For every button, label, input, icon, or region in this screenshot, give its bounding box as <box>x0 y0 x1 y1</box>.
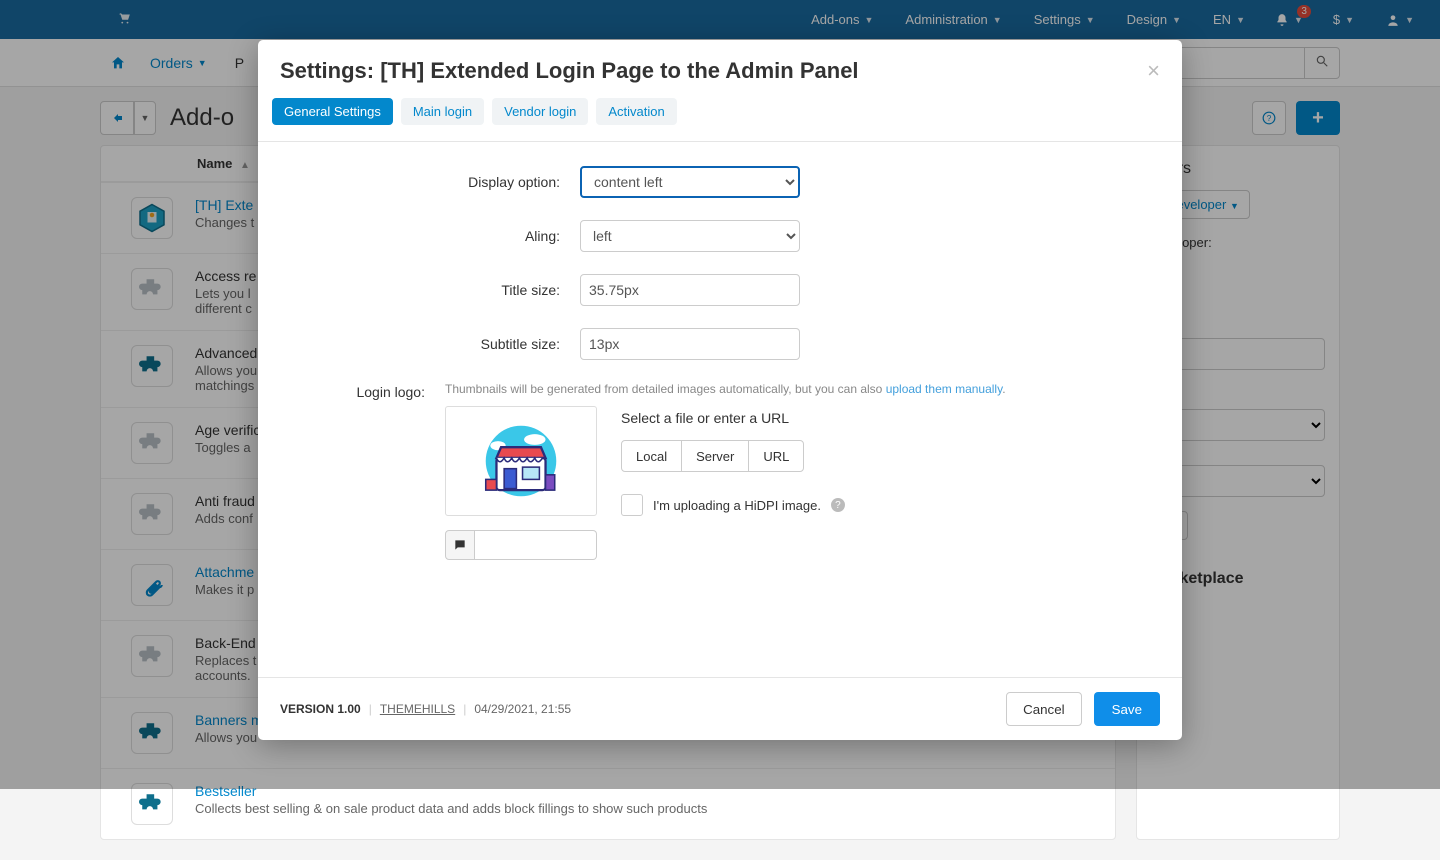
close-icon[interactable]: × <box>1147 58 1160 84</box>
upload-manually-link[interactable]: upload them manually <box>886 382 1003 396</box>
subtitle-size-input[interactable] <box>580 328 800 360</box>
upload-source-buttons: Local Server URL <box>621 440 845 472</box>
display-option-select[interactable]: content left <box>580 166 800 198</box>
hidpi-help-icon[interactable]: ? <box>831 498 845 512</box>
modal-body: Display option: content left Aling: left… <box>258 142 1182 677</box>
alt-text-row <box>445 530 597 560</box>
store-logo-icon <box>475 421 567 501</box>
settings-modal: Settings: [TH] Extended Login Page to th… <box>258 40 1182 740</box>
comment-icon[interactable] <box>445 530 475 560</box>
footer-date: 04/29/2021, 21:55 <box>474 702 571 716</box>
hidpi-label: I'm uploading a HiDPI image. <box>653 498 821 513</box>
row-align: Aling: left <box>280 220 1160 252</box>
logo-thumbnail[interactable] <box>445 406 597 516</box>
row-title-size: Title size: <box>280 274 1160 306</box>
modal-title: Settings: [TH] Extended Login Page to th… <box>280 58 859 84</box>
modal-tabs: General Settings Main login Vendor login… <box>258 98 1182 141</box>
tab-vendor-login[interactable]: Vendor login <box>492 98 588 125</box>
tab-general-settings[interactable]: General Settings <box>272 98 393 125</box>
src-local[interactable]: Local <box>621 440 682 472</box>
align-label: Aling: <box>280 228 580 244</box>
row-display-option: Display option: content left <box>280 166 1160 198</box>
tab-main-login[interactable]: Main login <box>401 98 484 125</box>
align-select[interactable]: left <box>580 220 800 252</box>
row-login-logo: Login logo: Thumbnails will be generated… <box>280 382 1160 560</box>
title-size-label: Title size: <box>280 282 580 298</box>
row-subtitle-size: Subtitle size: <box>280 328 1160 360</box>
modal-overlay: Settings: [TH] Extended Login Page to th… <box>0 0 1440 789</box>
upload-label: Select a file or enter a URL <box>621 410 845 426</box>
hidpi-row: I'm uploading a HiDPI image. ? <box>621 494 845 516</box>
alt-input[interactable] <box>475 530 597 560</box>
cancel-button[interactable]: Cancel <box>1006 692 1082 726</box>
save-button[interactable]: Save <box>1094 692 1160 726</box>
subtitle-size-label: Subtitle size: <box>280 336 580 352</box>
modal-footer: VERSION 1.00 | THEMEHILLS | 04/29/2021, … <box>258 677 1182 740</box>
title-size-input[interactable] <box>580 274 800 306</box>
display-option-label: Display option: <box>280 174 580 190</box>
footer-version: VERSION 1.00 <box>280 702 361 716</box>
src-server[interactable]: Server <box>682 440 748 472</box>
addon-icon <box>131 783 173 825</box>
tab-activation[interactable]: Activation <box>596 98 676 125</box>
login-logo-label: Login logo: <box>280 382 445 560</box>
thumbnail-hint: Thumbnails will be generated from detail… <box>445 382 1160 396</box>
footer-vendor-link[interactable]: THEMEHILLS <box>380 702 455 716</box>
hidpi-checkbox[interactable] <box>621 494 643 516</box>
src-url[interactable]: URL <box>748 440 804 472</box>
modal-header: Settings: [TH] Extended Login Page to th… <box>258 40 1182 98</box>
